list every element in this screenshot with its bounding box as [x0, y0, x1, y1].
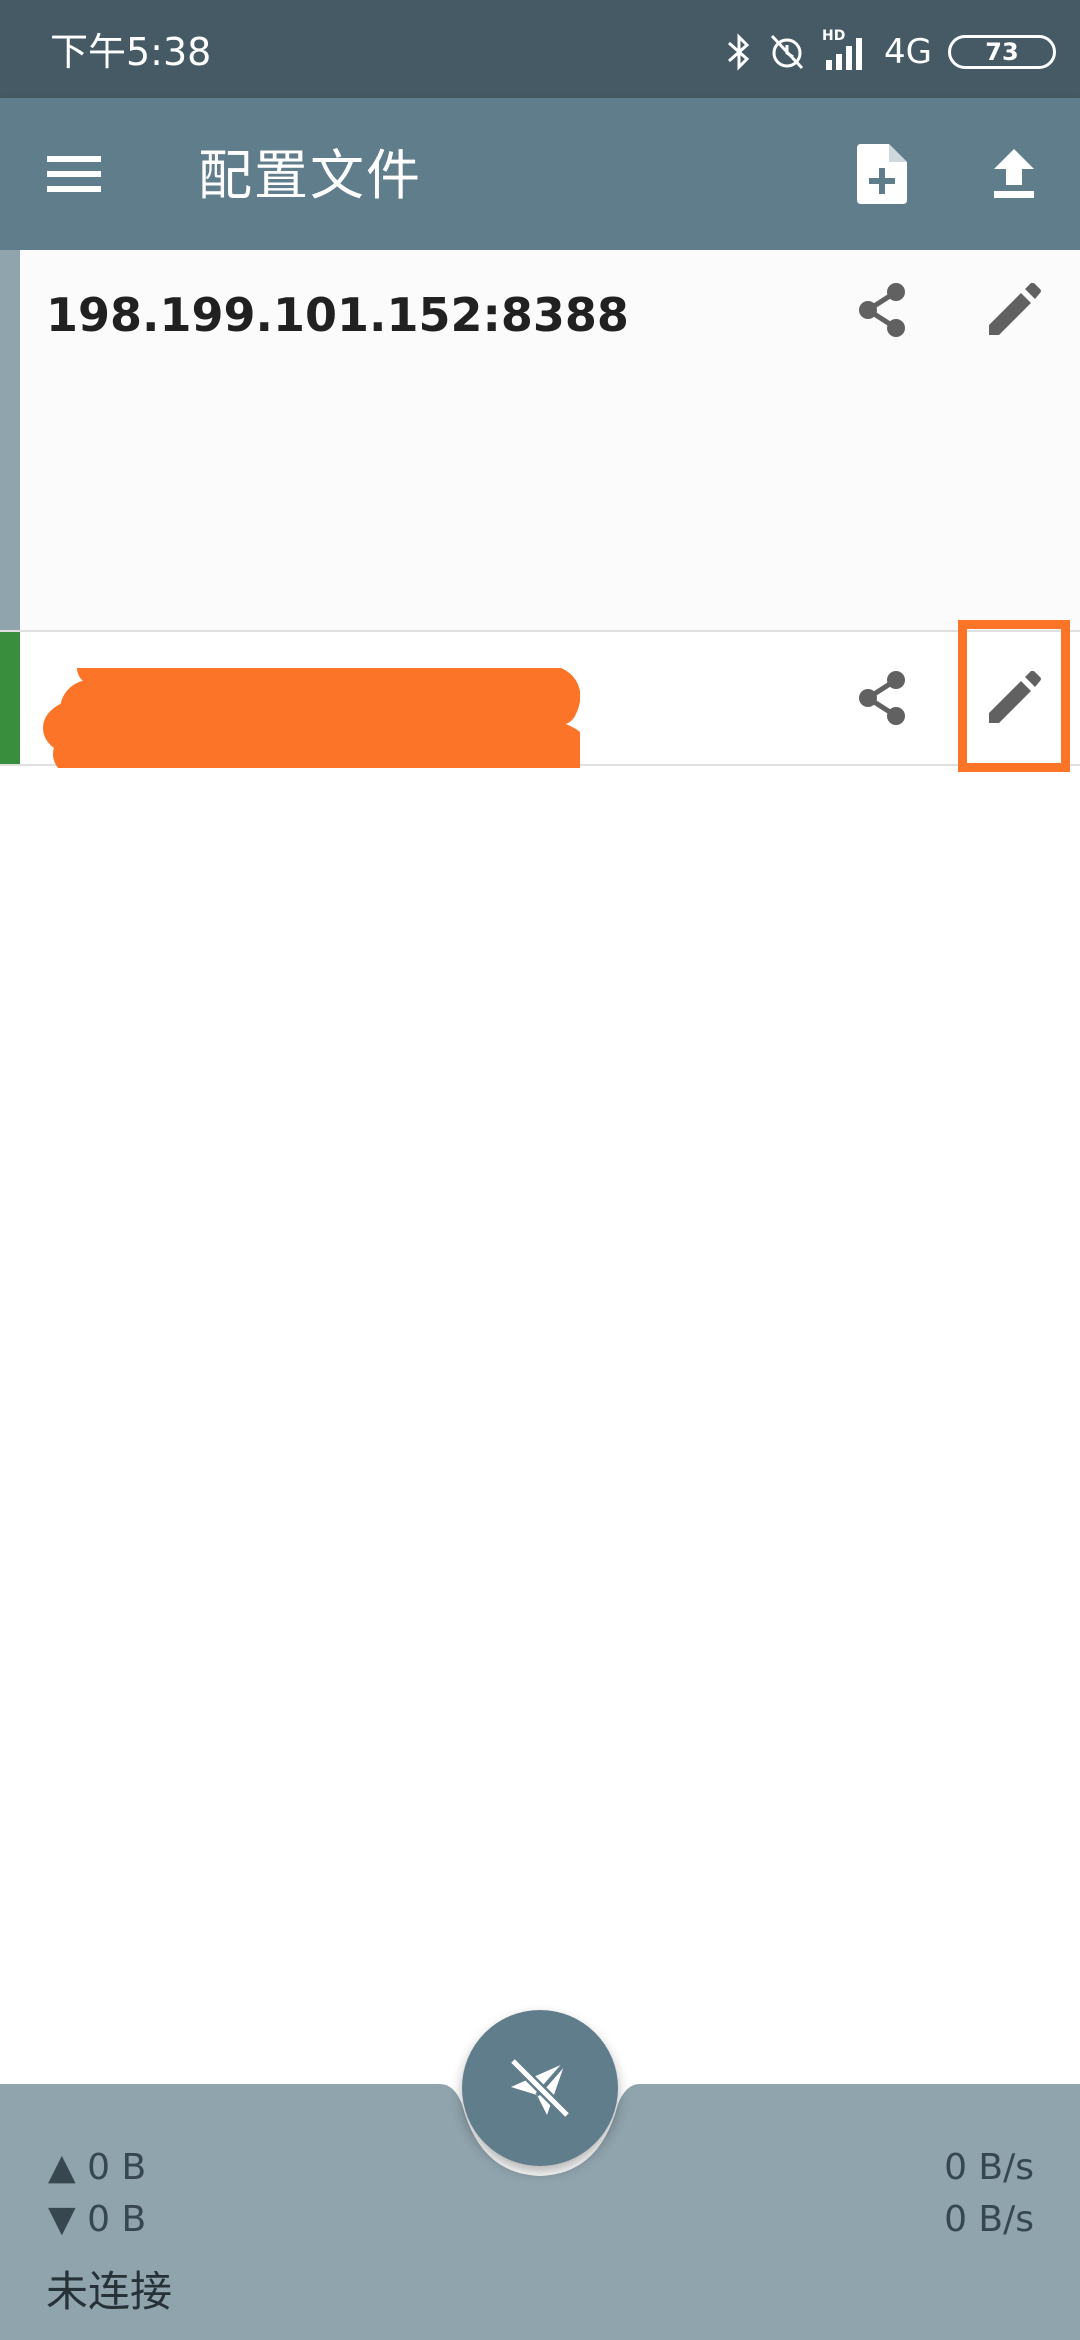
- profile-state-bar: [0, 250, 20, 630]
- upload-total: ▲ 0 B: [48, 2147, 147, 2188]
- status-time: 下午5:38: [50, 30, 212, 74]
- menu-icon: [47, 156, 101, 192]
- download-rate: 0 B/s: [944, 2199, 1034, 2240]
- app-bar: 配置文件: [0, 98, 1080, 250]
- paper-plane-off-icon: [509, 2057, 571, 2119]
- battery-icon: 73: [948, 35, 1056, 69]
- upload-icon: [994, 149, 1034, 198]
- share-button[interactable]: [840, 268, 924, 352]
- status-bar: 下午5:38 HD 4G 73: [0, 0, 1080, 98]
- profile-state-bar-active: [0, 632, 20, 764]
- upload-rate: 0 B/s: [944, 2147, 1034, 2188]
- new-profile-button[interactable]: [842, 134, 922, 214]
- page-title: 配置文件: [198, 144, 422, 207]
- connection-status: 未连接: [46, 2267, 173, 2316]
- download-total: ▼ 0 B: [48, 2199, 147, 2240]
- new-file-icon: [857, 144, 907, 204]
- import-button[interactable]: [974, 134, 1054, 214]
- share-icon: [859, 283, 905, 337]
- signal-icon: HD: [822, 28, 868, 72]
- alarm-off-icon: [770, 34, 804, 70]
- network-type: 4G: [884, 32, 932, 72]
- battery-level: 73: [985, 38, 1019, 66]
- highlight-box: [958, 620, 1070, 772]
- connect-button[interactable]: [462, 2010, 618, 2166]
- redaction-scribble: [43, 668, 580, 768]
- bluetooth-icon: [728, 33, 750, 71]
- profile-name: 198.199.101.152:8388: [46, 288, 629, 342]
- share-icon: [859, 671, 905, 725]
- share-button[interactable]: [840, 656, 924, 740]
- status-icons: HD 4G 73: [726, 26, 1056, 78]
- profile-card[interactable]: 198.199.101.152:8388: [0, 250, 1080, 632]
- edit-button[interactable]: [972, 268, 1056, 352]
- pencil-icon: [989, 283, 1041, 335]
- menu-button[interactable]: [34, 134, 114, 214]
